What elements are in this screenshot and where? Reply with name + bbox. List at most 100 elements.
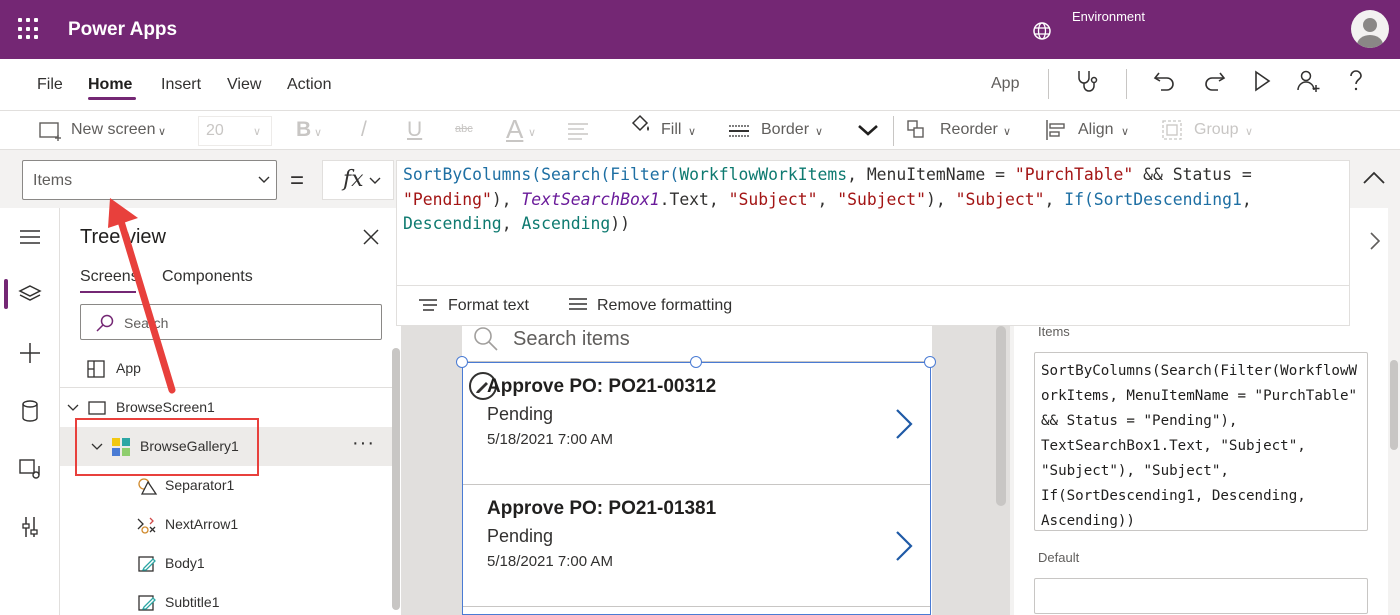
next-arrow-icon[interactable] (893, 529, 915, 563)
fill-bucket-icon[interactable] (627, 113, 653, 139)
avatar-icon[interactable] (1351, 10, 1389, 48)
bold-button[interactable]: B (296, 118, 311, 142)
remove-formatting-button[interactable]: Remove formatting (597, 297, 732, 315)
font-size-select[interactable]: 20 ∨ (198, 116, 272, 146)
align-icon[interactable] (1044, 118, 1070, 144)
underline-button[interactable]: U (407, 118, 422, 142)
menu-file[interactable]: File (37, 76, 63, 94)
app-checker-label[interactable]: App (991, 75, 1019, 93)
menu-action[interactable]: Action (287, 76, 331, 94)
reorder-button[interactable]: Reorder (940, 121, 998, 139)
data-cylinder-icon[interactable] (17, 398, 43, 424)
hamburger-menu-icon[interactable] (17, 224, 43, 250)
more-options-icon[interactable]: ··· (352, 432, 375, 455)
play-icon[interactable] (1249, 68, 1275, 94)
annotation-arrow (108, 198, 176, 394)
fill-button[interactable]: Fill (661, 121, 681, 139)
resize-handle[interactable] (924, 356, 936, 368)
formula-token: "Subject" (955, 189, 1045, 209)
resize-handle[interactable] (456, 356, 468, 368)
formula-token: "Pending" (403, 189, 492, 209)
menu-home[interactable]: Home (88, 76, 132, 94)
italic-button[interactable]: / (361, 118, 367, 142)
menu-view[interactable]: View (227, 76, 261, 94)
formula-token: , MenuItemName = (847, 165, 1015, 184)
chevron-down-icon: ∨ (815, 126, 824, 138)
left-nav-rail (0, 208, 60, 615)
chevron-down-icon (258, 176, 270, 183)
gallery-item[interactable]: Approve PO: PO21-00312 Pending 5/18/2021… (463, 363, 930, 485)
more-commands-chevron-icon[interactable] (856, 121, 880, 139)
tree-item-body1[interactable]: Body1 (60, 544, 392, 583)
chevron-down-icon: ∨ (688, 126, 697, 138)
redo-icon[interactable] (1201, 68, 1227, 94)
browse-gallery[interactable]: Approve PO: PO21-00312 Pending 5/18/2021… (462, 362, 931, 615)
insert-plus-icon[interactable] (17, 340, 43, 366)
chevron-down-icon (369, 177, 381, 184)
group-icon[interactable] (1160, 118, 1186, 144)
globe-icon[interactable] (1031, 20, 1053, 42)
resize-handle[interactable] (690, 356, 702, 368)
equals-sign: = (290, 167, 305, 194)
label-edit-icon (138, 556, 156, 572)
collapse-formula-bar-icon[interactable] (1360, 168, 1388, 188)
function-button[interactable]: fx (322, 160, 394, 200)
shapes-icon (138, 478, 158, 495)
stethoscope-icon[interactable] (1074, 68, 1100, 94)
formula-token: && Status = (1133, 165, 1262, 184)
tree-item-nextarrow1[interactable]: NextArrow1 (60, 505, 392, 544)
active-tab-indicator (88, 97, 136, 100)
app-title: Power Apps (68, 19, 178, 40)
formula-token: , (1241, 189, 1262, 209)
format-text-button[interactable]: Format text (448, 297, 529, 315)
screen-icon (88, 401, 106, 415)
group-button[interactable]: Group (1194, 121, 1238, 139)
media-icon[interactable] (17, 456, 43, 482)
scrollbar[interactable] (1390, 360, 1398, 450)
format-text-icon[interactable] (417, 297, 439, 315)
scrollbar[interactable] (996, 326, 1006, 506)
default-property-input[interactable] (1034, 578, 1368, 614)
tree-item-label: BrowseScreen1 (116, 399, 215, 415)
align-button[interactable]: Align (1078, 121, 1114, 139)
layers-icon[interactable] (17, 282, 43, 308)
waffle-icon[interactable] (18, 18, 40, 40)
gallery-item[interactable]: Approve PO: PO21-01381 Pending 5/18/2021… (463, 485, 930, 607)
tree-item-label: NextArrow1 (165, 516, 239, 532)
items-property-input[interactable]: SortByColumns(Search(Filter(WorkflowW ork… (1034, 352, 1368, 531)
items-property-value: SortByColumns(Search(Filter(WorkflowW ork… (1041, 359, 1365, 534)
remove-formatting-icon[interactable] (567, 296, 589, 314)
chevron-right-icon[interactable] (1366, 230, 1384, 252)
chevron-down-icon[interactable] (67, 403, 79, 413)
text-align-icon[interactable] (566, 118, 592, 144)
gallery-item-status: Pending (487, 526, 554, 546)
tree-item-subtitle1[interactable]: Subtitle1 (60, 583, 392, 615)
menu-bar: File Home Insert View Action App (0, 59, 1400, 111)
new-screen-icon[interactable] (37, 118, 63, 144)
border-icon[interactable] (727, 118, 753, 144)
divider (1126, 69, 1127, 99)
scrollbar[interactable] (392, 348, 400, 610)
fx-icon: fx (343, 167, 364, 192)
advanced-tools-icon[interactable] (17, 514, 43, 540)
border-button[interactable]: Border (761, 121, 809, 139)
help-icon[interactable] (1343, 68, 1369, 94)
font-color-button[interactable]: A (506, 114, 523, 145)
menu-insert[interactable]: Insert (161, 76, 201, 94)
environment-label[interactable]: Environment (1072, 9, 1145, 24)
undo-icon[interactable] (1152, 68, 1178, 94)
next-arrow-icon[interactable] (893, 407, 915, 441)
formula-token: .Text, (659, 189, 729, 209)
items-property-line: If(SortDescending1, Descending, (1041, 488, 1306, 504)
strikethrough-button[interactable]: abc (455, 123, 473, 135)
share-user-icon[interactable] (1295, 68, 1321, 94)
reorder-icon[interactable] (906, 118, 932, 144)
close-icon[interactable] (362, 228, 380, 246)
chevron-down-icon: ∨ (528, 127, 537, 139)
formula-editor[interactable]: SortByColumns(Search(Filter(WorkflowWork… (396, 160, 1350, 326)
formula-token: SortByColumns(Search(Filter( (403, 165, 680, 184)
chevron-down-icon[interactable]: ∨ (158, 125, 166, 138)
app-screen: Search items Approve PO: PO21-00312 Pend… (456, 326, 936, 615)
formula-text[interactable]: SortByColumns(Search(Filter(WorkflowWork… (403, 163, 1343, 237)
new-screen-button[interactable]: New screen (71, 121, 155, 139)
